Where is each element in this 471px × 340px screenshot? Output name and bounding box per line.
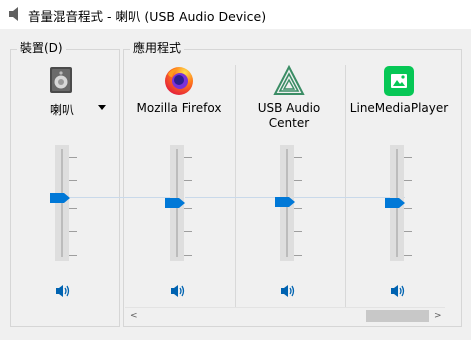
window-title: 音量混音程式 - 喇叭 (USB Audio Device) — [28, 9, 267, 24]
device-group-label: 裝置(D) — [17, 41, 66, 55]
scrollbar-thumb[interactable] — [366, 310, 429, 322]
slider-tick — [404, 157, 412, 158]
speaker-mute-icon[interactable] — [55, 283, 71, 299]
slider-tick — [69, 255, 77, 256]
slider-tick — [294, 231, 302, 232]
usb-audio-center-icon — [273, 65, 305, 95]
speaker-mute-icon[interactable] — [390, 283, 406, 299]
firefox-icon — [165, 67, 193, 95]
slider-tick — [294, 157, 302, 158]
title-bar: 音量混音程式 - 喇叭 (USB Audio Device) — [0, 0, 471, 29]
speaker-device-icon[interactable] — [47, 66, 75, 94]
device-volume-thumb[interactable] — [50, 193, 70, 203]
scroll-left-arrow[interactable]: < — [130, 312, 138, 321]
speaker-mute-icon[interactable] — [170, 283, 186, 299]
app-name-firefox: Mozilla Firefox — [136, 101, 222, 115]
firefox-volume-thumb[interactable] — [165, 198, 185, 208]
chevron-down-icon[interactable] — [98, 105, 106, 110]
slider-tick — [294, 180, 302, 181]
slider-tick — [404, 208, 412, 209]
apps-group-label: 應用程式 — [130, 41, 185, 55]
slider-tick — [69, 231, 77, 232]
device-level-line — [70, 197, 170, 198]
slider-tick — [404, 180, 412, 181]
horizontal-scrollbar[interactable]: < > — [125, 307, 445, 324]
device-name[interactable]: 喇叭 — [50, 101, 74, 118]
slider-tick — [404, 231, 412, 232]
scroll-right-arrow[interactable]: > — [434, 312, 442, 321]
slider-tick — [184, 255, 192, 256]
app-firefox: Mozilla Firefox — [124, 65, 234, 116]
slider-tick — [294, 208, 302, 209]
slider-tick — [184, 180, 192, 181]
slider-tick — [69, 157, 77, 158]
speaker-mute-icon[interactable] — [280, 283, 296, 299]
slider-tick — [404, 255, 412, 256]
line-media-player-icon — [384, 66, 414, 96]
usb-audio-center-volume-thumb[interactable] — [275, 197, 295, 207]
app-name-usb-audio-center: USB Audio Center — [257, 101, 321, 130]
slider-tick — [69, 180, 77, 181]
slider-tick — [184, 208, 192, 209]
app-usb-audio-center: USB Audio Center — [234, 65, 344, 131]
slider-tick — [69, 208, 77, 209]
app-name-line-media-player: LineMediaPlayer — [349, 101, 449, 115]
speaker-app-icon — [9, 7, 18, 21]
app-level-line — [185, 197, 405, 198]
line-media-player-volume-thumb[interactable] — [385, 198, 405, 208]
slider-tick — [294, 255, 302, 256]
slider-tick — [184, 157, 192, 158]
slider-tick — [184, 231, 192, 232]
device-volume-slider[interactable] — [55, 145, 69, 261]
app-line-media-player: LineMediaPlayer — [344, 65, 454, 116]
